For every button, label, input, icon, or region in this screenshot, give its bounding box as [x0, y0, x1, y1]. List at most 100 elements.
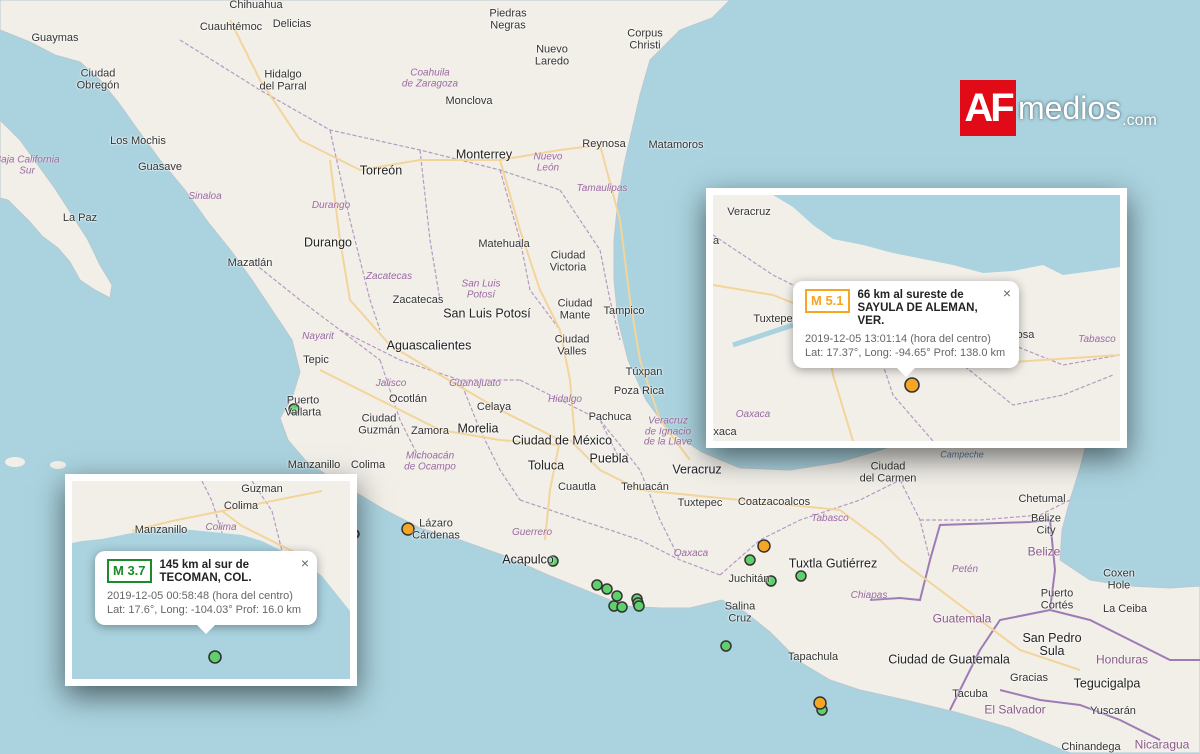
quake-marker[interactable]: [744, 554, 756, 566]
state-label: Guanajuato: [449, 377, 501, 389]
quake-marker[interactable]: [616, 601, 628, 613]
city-label: Tacuba: [952, 688, 988, 701]
magnitude-badge: M 5.1: [805, 289, 850, 313]
city-label: xaca: [713, 426, 737, 439]
close-icon[interactable]: ×: [301, 555, 309, 571]
city-label: Tuxtepe: [753, 313, 793, 326]
popup-details: Lat: 17.6°, Long: -104.03° Prof: 16.0 km: [107, 604, 302, 616]
city-label: Tehuacán: [621, 481, 669, 494]
city-label: Acapulco: [502, 552, 554, 567]
city-label: Los Mochis: [110, 135, 166, 148]
city-label: Pachuca: [588, 411, 632, 424]
inset-map-area[interactable]: Veracruz Tuxtepe hermosa Tabasco Oaxaca …: [713, 195, 1120, 441]
state-label: Petén: [951, 563, 979, 575]
city-label: Coxen Hole: [1103, 567, 1135, 591]
city-label: Tegucigalpa: [1073, 676, 1141, 691]
city-label: Tapachula: [787, 651, 839, 664]
city-label: Monclova: [445, 95, 493, 108]
city-label: Hidalgo del Parral: [259, 68, 307, 92]
city-label: La Ceiba: [1102, 603, 1148, 616]
city-label: Zamora: [411, 425, 449, 438]
quake-marker[interactable]: [720, 640, 732, 652]
state-label: Oaxaca: [673, 547, 709, 559]
city-label: Ciudad Victoria: [549, 249, 587, 273]
quake-marker[interactable]: [601, 583, 613, 595]
inset-map-colima[interactable]: Guzman Colima Manzanillo Colima × M 3.7 …: [65, 474, 357, 686]
inset-map-veracruz[interactable]: Veracruz Tuxtepe hermosa Tabasco Oaxaca …: [706, 188, 1127, 448]
city-label: Guaymas: [31, 32, 79, 45]
city-label: Matehuala: [478, 238, 530, 251]
city-label: Yuscarán: [1090, 705, 1136, 718]
earthquake-popup[interactable]: × M 3.7 145 km al sur de TECOMAN, COL. 2…: [95, 551, 317, 634]
city-label: Colima: [350, 459, 386, 472]
city-label: Ciudad de Guatemala: [888, 652, 1010, 667]
city-label: San Pedro Sula: [1022, 630, 1082, 658]
city-label: Manzanillo: [134, 524, 188, 537]
state-label: Hidalgo: [548, 393, 582, 405]
city-label: Túxpan: [625, 366, 663, 379]
state-label: Tabasco: [811, 512, 849, 524]
city-label: Puerto Cortés: [1040, 587, 1074, 611]
city-label: Puebla: [589, 451, 629, 466]
quake-marker[interactable]: [795, 570, 807, 582]
city-label: Aguascalientes: [386, 338, 472, 353]
city-label: San Luis Potosí: [443, 306, 531, 321]
city-label: Morelia: [457, 421, 499, 436]
city-label: Reynosa: [582, 138, 626, 151]
quake-marker-3-7[interactable]: [208, 650, 222, 664]
state-label: San Luis Potosí: [461, 278, 501, 300]
city-label: Delicias: [272, 18, 312, 31]
city-label: Colima: [223, 500, 259, 513]
place-line1: 145 km al sur de: [159, 559, 250, 571]
inset-map-area[interactable]: Guzman Colima Manzanillo Colima × M 3.7 …: [72, 481, 350, 679]
city-label: Mazatlán: [227, 257, 273, 270]
city-label: Ciudad Mante: [557, 297, 593, 321]
city-label: Veracruz: [672, 462, 722, 477]
popup-place: 66 km al sureste de SAYULA DE ALEMAN, VE…: [858, 289, 1005, 328]
country-label: Belize: [1027, 544, 1061, 559]
city-label: Ciudad del Carmen: [859, 460, 917, 484]
city-label: Cuautla: [558, 481, 596, 494]
city-label: Lázaro Cárdenas: [412, 517, 460, 541]
city-label: Torreón: [359, 163, 403, 178]
city-label: Chihuahua: [229, 0, 283, 12]
state-label: Chiapas: [850, 589, 888, 601]
popup-datetime: 2019-12-05 13:01:14 (hora del centro): [805, 333, 991, 345]
island: [5, 457, 25, 467]
state-label: Guerrero: [511, 526, 553, 538]
city-label: Manzanillo: [287, 459, 341, 472]
city-label: Puerto Vallarta: [284, 394, 322, 418]
quake-marker[interactable]: [633, 600, 645, 612]
place-line2: SAYULA DE ALEMAN, VER.: [857, 302, 978, 327]
state-label: Nuevo León: [533, 151, 563, 173]
quake-marker[interactable]: [611, 590, 623, 602]
popup-header: M 3.7 145 km al sur de TECOMAN, COL.: [107, 559, 303, 585]
state-label: Oaxaca: [735, 408, 771, 420]
quake-marker[interactable]: [757, 539, 771, 553]
city-label: Tuxtla Gutiérrez: [788, 556, 878, 571]
magnitude-badge: M 3.7: [107, 559, 152, 583]
state-label: Sinaloa: [188, 190, 222, 202]
city-label: Coatzacoalcos: [737, 496, 811, 509]
logo-af-box: AF: [960, 80, 1016, 136]
country-label: Guatemala: [932, 611, 992, 626]
city-label: a: [713, 235, 720, 248]
city-label: Zacatecas: [392, 294, 444, 307]
city-label: La Paz: [62, 212, 98, 225]
logo-suffix: .com: [1122, 112, 1157, 129]
state-label: Zacatecas: [365, 270, 413, 282]
quake-marker-5-1[interactable]: [904, 377, 920, 393]
quake-marker[interactable]: [591, 579, 603, 591]
country-label: El Salvador: [984, 702, 1046, 717]
city-label: Ciudad de México: [511, 433, 613, 448]
afmedios-logo[interactable]: AF medios .com: [960, 80, 1157, 136]
popup-details: Lat: 17.37°, Long: -94.65° Prof: 138.0 k…: [805, 347, 1006, 359]
state-label: Nayarit: [302, 330, 334, 342]
city-label: Toluca: [527, 458, 565, 473]
popup-header: M 5.1 66 km al sureste de SAYULA DE ALEM…: [805, 289, 1005, 328]
quake-marker[interactable]: [813, 696, 827, 710]
earthquake-popup[interactable]: × M 5.1 66 km al sureste de SAYULA DE AL…: [793, 281, 1019, 377]
close-icon[interactable]: ×: [1003, 285, 1011, 301]
state-label: Colima: [205, 521, 237, 533]
city-label: Tepic: [303, 354, 329, 367]
